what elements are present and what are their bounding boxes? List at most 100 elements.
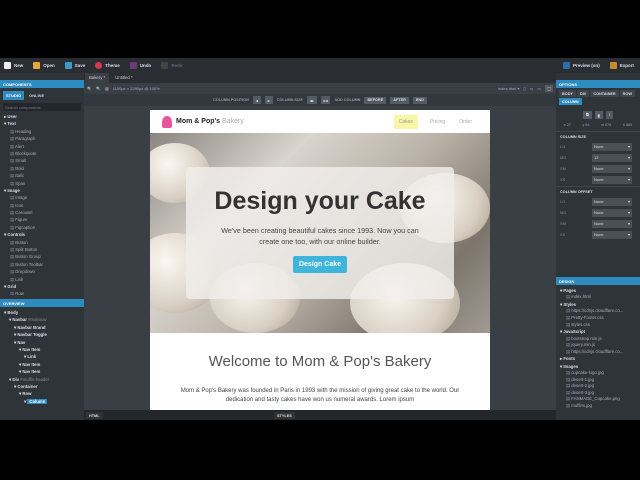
design-file[interactable]: FANMADE_Cupcake.png [556, 396, 640, 403]
overview-node[interactable]: ▾ Navbar Toggle [0, 331, 84, 338]
page-canvas[interactable]: Mom & Pop's Bakery Cakes Pricing Order D… [150, 110, 490, 410]
breadcrumb-container[interactable]: CONTAINER [590, 90, 619, 97]
undo-button[interactable]: Undo [129, 62, 151, 69]
component-item[interactable]: Dropdown [0, 268, 84, 275]
component-item[interactable]: Button Toolbar [0, 261, 84, 268]
grid-icon[interactable]: ▦ [105, 86, 109, 91]
column-offset-select[interactable]: None [592, 208, 632, 217]
info-button[interactable]: ! [605, 111, 614, 119]
overview-node[interactable]: ▾ Link [0, 353, 84, 360]
tab-bakery[interactable]: Bakery * [85, 73, 110, 83]
component-group[interactable]: Grid [0, 283, 84, 290]
design-file[interactable]: bootstrap.min.js [556, 336, 640, 343]
component-item[interactable]: Icon [0, 202, 84, 209]
column-offset-select[interactable]: None [592, 197, 632, 206]
overview-node[interactable]: ▾ Navbar Brand [0, 324, 84, 331]
design-group[interactable]: Fonts [556, 355, 640, 362]
tab-untitled[interactable]: Untitled * [111, 73, 136, 83]
redo-button[interactable]: Redo [161, 62, 183, 69]
before-button[interactable]: BEFORE [364, 96, 387, 104]
design-file[interactable]: https://cdnjs.cloudflare.co... [556, 308, 640, 315]
search-components-input[interactable]: Search components [3, 103, 81, 111]
grow-button[interactable]: ▸◂ [320, 96, 331, 104]
column-size-select[interactable]: None [592, 164, 632, 173]
component-item[interactable]: Image [0, 194, 84, 201]
component-item[interactable]: Button [0, 239, 84, 246]
component-item[interactable]: Bold [0, 165, 84, 172]
overview-node[interactable]: ▾ Nav Item [0, 361, 84, 368]
component-item[interactable]: Figcaption [0, 224, 84, 231]
component-group[interactable]: Image [0, 187, 84, 194]
breadcrumb-column[interactable]: COLUMN [559, 98, 582, 105]
overview-node[interactable]: ▾ Nav Item [0, 346, 84, 353]
component-item[interactable]: Blockquote [0, 150, 84, 157]
zoom-in-icon[interactable]: 🔍 [87, 86, 92, 91]
column-offset-select[interactable]: None [592, 219, 632, 228]
tablet-view-icon[interactable]: ▭ [530, 86, 534, 91]
end-button[interactable]: END [412, 96, 427, 104]
desktop-view-icon[interactable]: 🖵 [545, 85, 553, 92]
design-group[interactable]: JavaScript [556, 328, 640, 335]
design-group[interactable]: Styles [556, 301, 640, 308]
component-item[interactable]: Figure [0, 216, 84, 223]
tab-studio[interactable]: STUDIO [3, 91, 25, 100]
overview-node[interactable]: ▾ Nav Item [0, 368, 84, 375]
design-file[interactable]: muffins.jpg [556, 403, 640, 410]
design-cake-button[interactable]: Design Cake [292, 256, 348, 273]
component-item[interactable]: Heading [0, 128, 84, 135]
overview-node[interactable]: ▾ Container [0, 383, 84, 390]
overview-node[interactable]: ▾ Div #muffin-header [0, 376, 84, 383]
component-group[interactable]: User [0, 113, 84, 120]
design-file[interactable]: index.html [556, 294, 640, 301]
design-file[interactable]: desert-3.jpg [556, 390, 640, 397]
overview-node[interactable]: ▾ Body [0, 309, 84, 316]
component-item[interactable]: Carousel [0, 209, 84, 216]
component-group[interactable]: Text [0, 120, 84, 127]
column-size-select[interactable]: None [592, 175, 632, 184]
design-file[interactable]: jquery.min.js [556, 342, 640, 349]
nav-cakes[interactable]: Cakes [393, 114, 418, 129]
move-left-button[interactable]: ◂ [252, 96, 261, 104]
page-select[interactable]: index.html ▾ [498, 86, 519, 91]
move-right-button[interactable]: ▸ [264, 96, 273, 104]
save-button[interactable]: Save [64, 62, 85, 69]
laptop-view-icon[interactable]: ▭ [537, 86, 541, 91]
component-item[interactable]: Row [0, 290, 84, 295]
design-file[interactable]: Pretty-Footer.css [556, 315, 640, 322]
component-item[interactable]: Paragraph [0, 135, 84, 142]
component-item[interactable]: Alert [0, 143, 84, 150]
overview-node[interactable]: ▾ Row [0, 390, 84, 397]
phone-view-icon[interactable]: ▯ [523, 86, 525, 91]
after-button[interactable]: AFTER [390, 96, 409, 104]
design-file[interactable]: styles.css [556, 322, 640, 329]
component-item[interactable]: Split Button [0, 246, 84, 253]
zoom-out-icon[interactable]: 🔍 [96, 86, 101, 91]
design-file[interactable]: cupcake-logo.jpg [556, 370, 640, 377]
overview-node[interactable]: ▾ Nav [0, 339, 84, 346]
design-file[interactable]: desert-2.jpg [556, 383, 640, 390]
component-item[interactable]: Button Group [0, 253, 84, 260]
component-item[interactable]: Span [0, 180, 84, 187]
design-group[interactable]: Images [556, 363, 640, 370]
design-file[interactable]: desert-1.jpg [556, 377, 640, 384]
overview-node[interactable]: ▾ Column [0, 398, 84, 405]
component-item[interactable]: Link [0, 276, 84, 283]
breadcrumb-body[interactable]: BODY [559, 90, 576, 97]
column-size-select[interactable]: 12 [592, 153, 632, 162]
preview-button[interactable]: Preview (on) [562, 62, 600, 69]
component-item[interactable]: Small [0, 157, 84, 164]
design-file[interactable]: https://cdnjs.cloudflare.co... [556, 349, 640, 356]
breadcrumb-div[interactable]: DIV [576, 90, 590, 97]
delete-button[interactable]: ▮ [594, 111, 603, 119]
theme-button[interactable]: Theme [95, 62, 120, 69]
nav-order[interactable]: Order [459, 119, 472, 125]
column-size-select[interactable]: None [592, 142, 632, 151]
breadcrumb-row[interactable]: ROW [619, 90, 635, 97]
tab-online[interactable]: ONLINE [26, 91, 47, 100]
styles-panel-button[interactable]: STYLES [274, 412, 295, 419]
html-panel-button[interactable]: HTML [86, 412, 103, 419]
open-button[interactable]: Open [33, 62, 55, 69]
nav-pricing[interactable]: Pricing [430, 119, 445, 125]
column-offset-select[interactable]: None [592, 230, 632, 239]
component-group[interactable]: Controls [0, 231, 84, 238]
